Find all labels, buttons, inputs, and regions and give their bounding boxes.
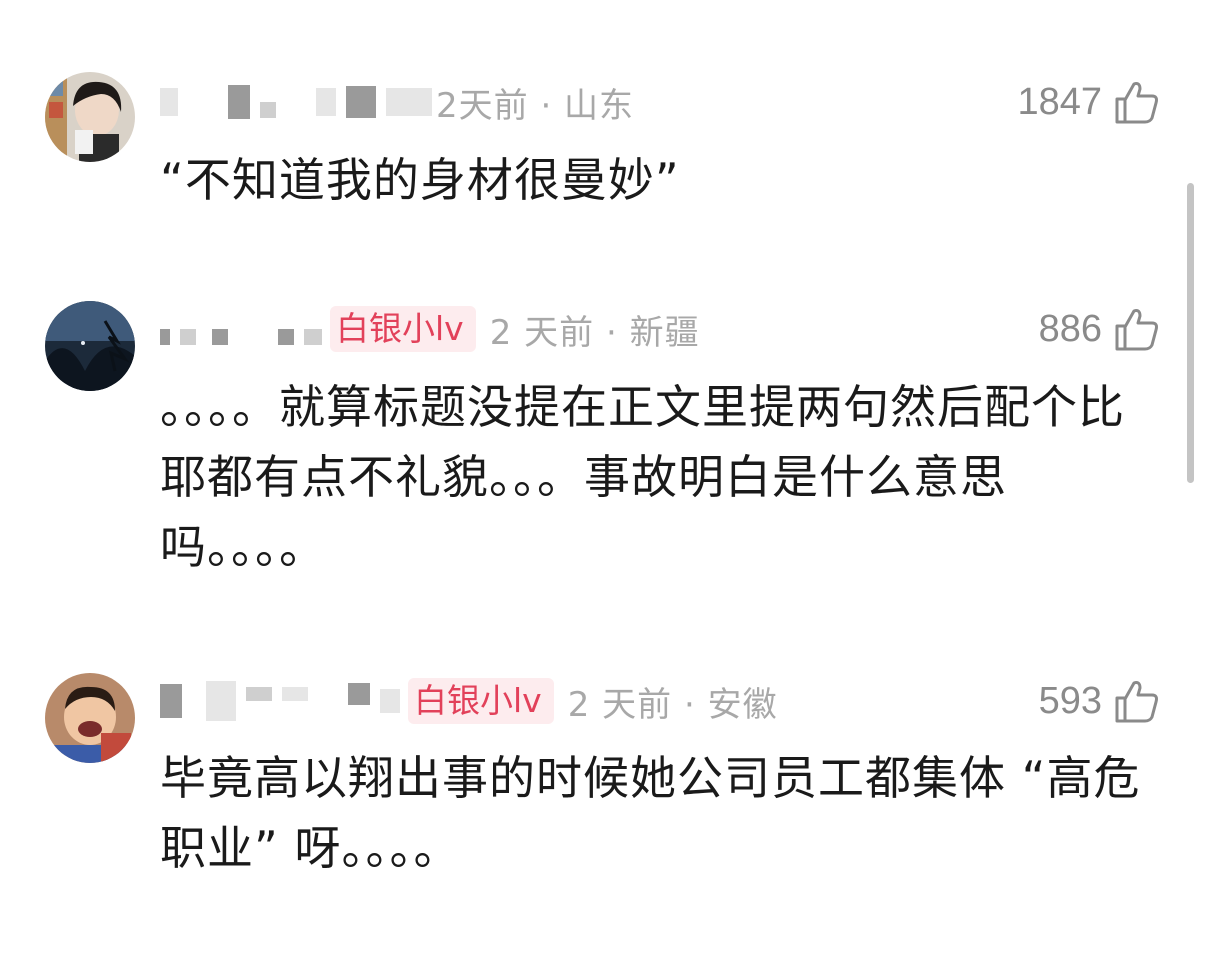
like-count: 593: [1038, 679, 1102, 722]
comment-text: 毕竟高以翔出事的时候她公司员工都集体 “高危职业” 呀。。。。: [160, 751, 1141, 875]
like-button[interactable]: 886: [1039, 301, 1160, 357]
like-count: 1847: [1017, 80, 1102, 123]
username-redacted[interactable]: [160, 74, 432, 130]
thumbs-up-icon: [1114, 306, 1160, 352]
username-redacted[interactable]: [160, 673, 400, 729]
comment-meta: 2 天前 · 安徽: [567, 684, 778, 725]
comment-text: “不知道我的身材很曼妙”: [160, 153, 680, 207]
scrollbar[interactable]: [1187, 183, 1194, 483]
avatar[interactable]: [45, 673, 135, 763]
level-badge: 白银小lv: [330, 306, 476, 352]
comment-text: 。。。。就算标题没提在正文里提两句然后配个比耶都有点不礼貌。。。事故明白是什么意…: [160, 380, 1125, 574]
like-button[interactable]: 1847: [1017, 74, 1160, 130]
level-badge: 白银小lv: [408, 678, 554, 724]
comment-meta: 2天前 · 山东: [436, 85, 635, 126]
avatar[interactable]: [45, 72, 135, 162]
like-count: 886: [1038, 307, 1102, 350]
thumbs-up-icon: [1114, 79, 1160, 125]
like-button[interactable]: 593: [1039, 673, 1160, 729]
comment-meta: 2 天前 · 新疆: [489, 312, 700, 353]
avatar[interactable]: [45, 301, 135, 391]
thumbs-up-icon: [1114, 678, 1160, 724]
username-redacted[interactable]: [160, 301, 322, 357]
